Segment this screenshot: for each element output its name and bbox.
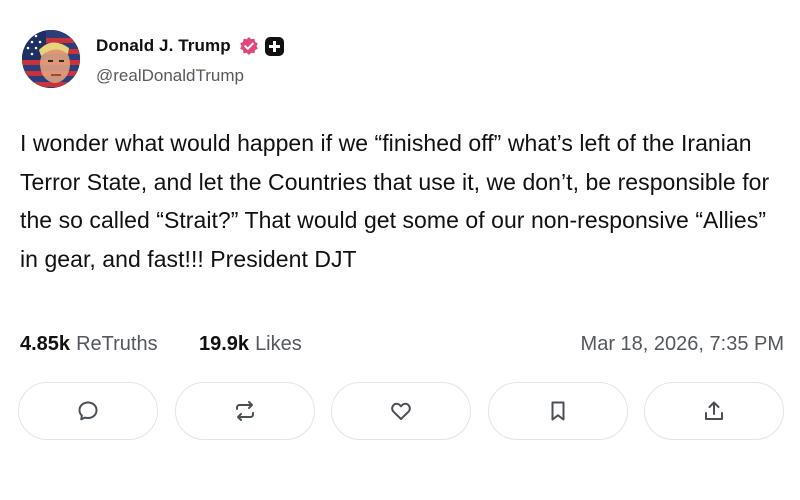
repost-icon xyxy=(236,401,254,421)
avatar[interactable] xyxy=(22,30,80,88)
post-stats: 4.85k ReTruths 19.9k Likes Mar 18, 2026, 7… xyxy=(20,333,784,359)
bookmark-button[interactable] xyxy=(488,382,628,440)
post-body-text: I wonder what would happen if we “finish… xyxy=(20,130,770,272)
author-handle[interactable]: @realDonaldTrump xyxy=(96,66,244,86)
likes-count: 19.9k xyxy=(199,333,250,355)
heart-icon xyxy=(391,402,411,420)
plus-badge-icon xyxy=(264,36,284,56)
post-header: Donald J. Trump @realDonaldTrump xyxy=(22,30,782,90)
share-button[interactable] xyxy=(644,382,784,440)
likes-stat[interactable]: 19.9k Likes xyxy=(199,333,302,356)
share-icon xyxy=(705,401,723,420)
like-button[interactable] xyxy=(331,382,471,440)
likes-label: Likes xyxy=(255,333,302,355)
retruth-button[interactable] xyxy=(175,382,315,440)
action-bar xyxy=(18,382,788,442)
reply-button[interactable] xyxy=(18,382,158,440)
flag-portrait-avatar-icon xyxy=(22,30,80,88)
retruths-count: 4.85k xyxy=(20,333,71,355)
retruths-label: ReTruths xyxy=(76,333,158,355)
author-display-name[interactable]: Donald J. Trump xyxy=(96,36,231,56)
verified-badge-icon xyxy=(239,36,259,56)
bookmark-icon xyxy=(551,401,565,421)
author-name-row: Donald J. Trump xyxy=(96,34,284,58)
comment-icon xyxy=(78,401,98,421)
post-timestamp[interactable]: Mar 18, 2026, 7:35 PM xyxy=(581,333,784,356)
retruths-stat[interactable]: 4.85k ReTruths xyxy=(20,333,158,356)
